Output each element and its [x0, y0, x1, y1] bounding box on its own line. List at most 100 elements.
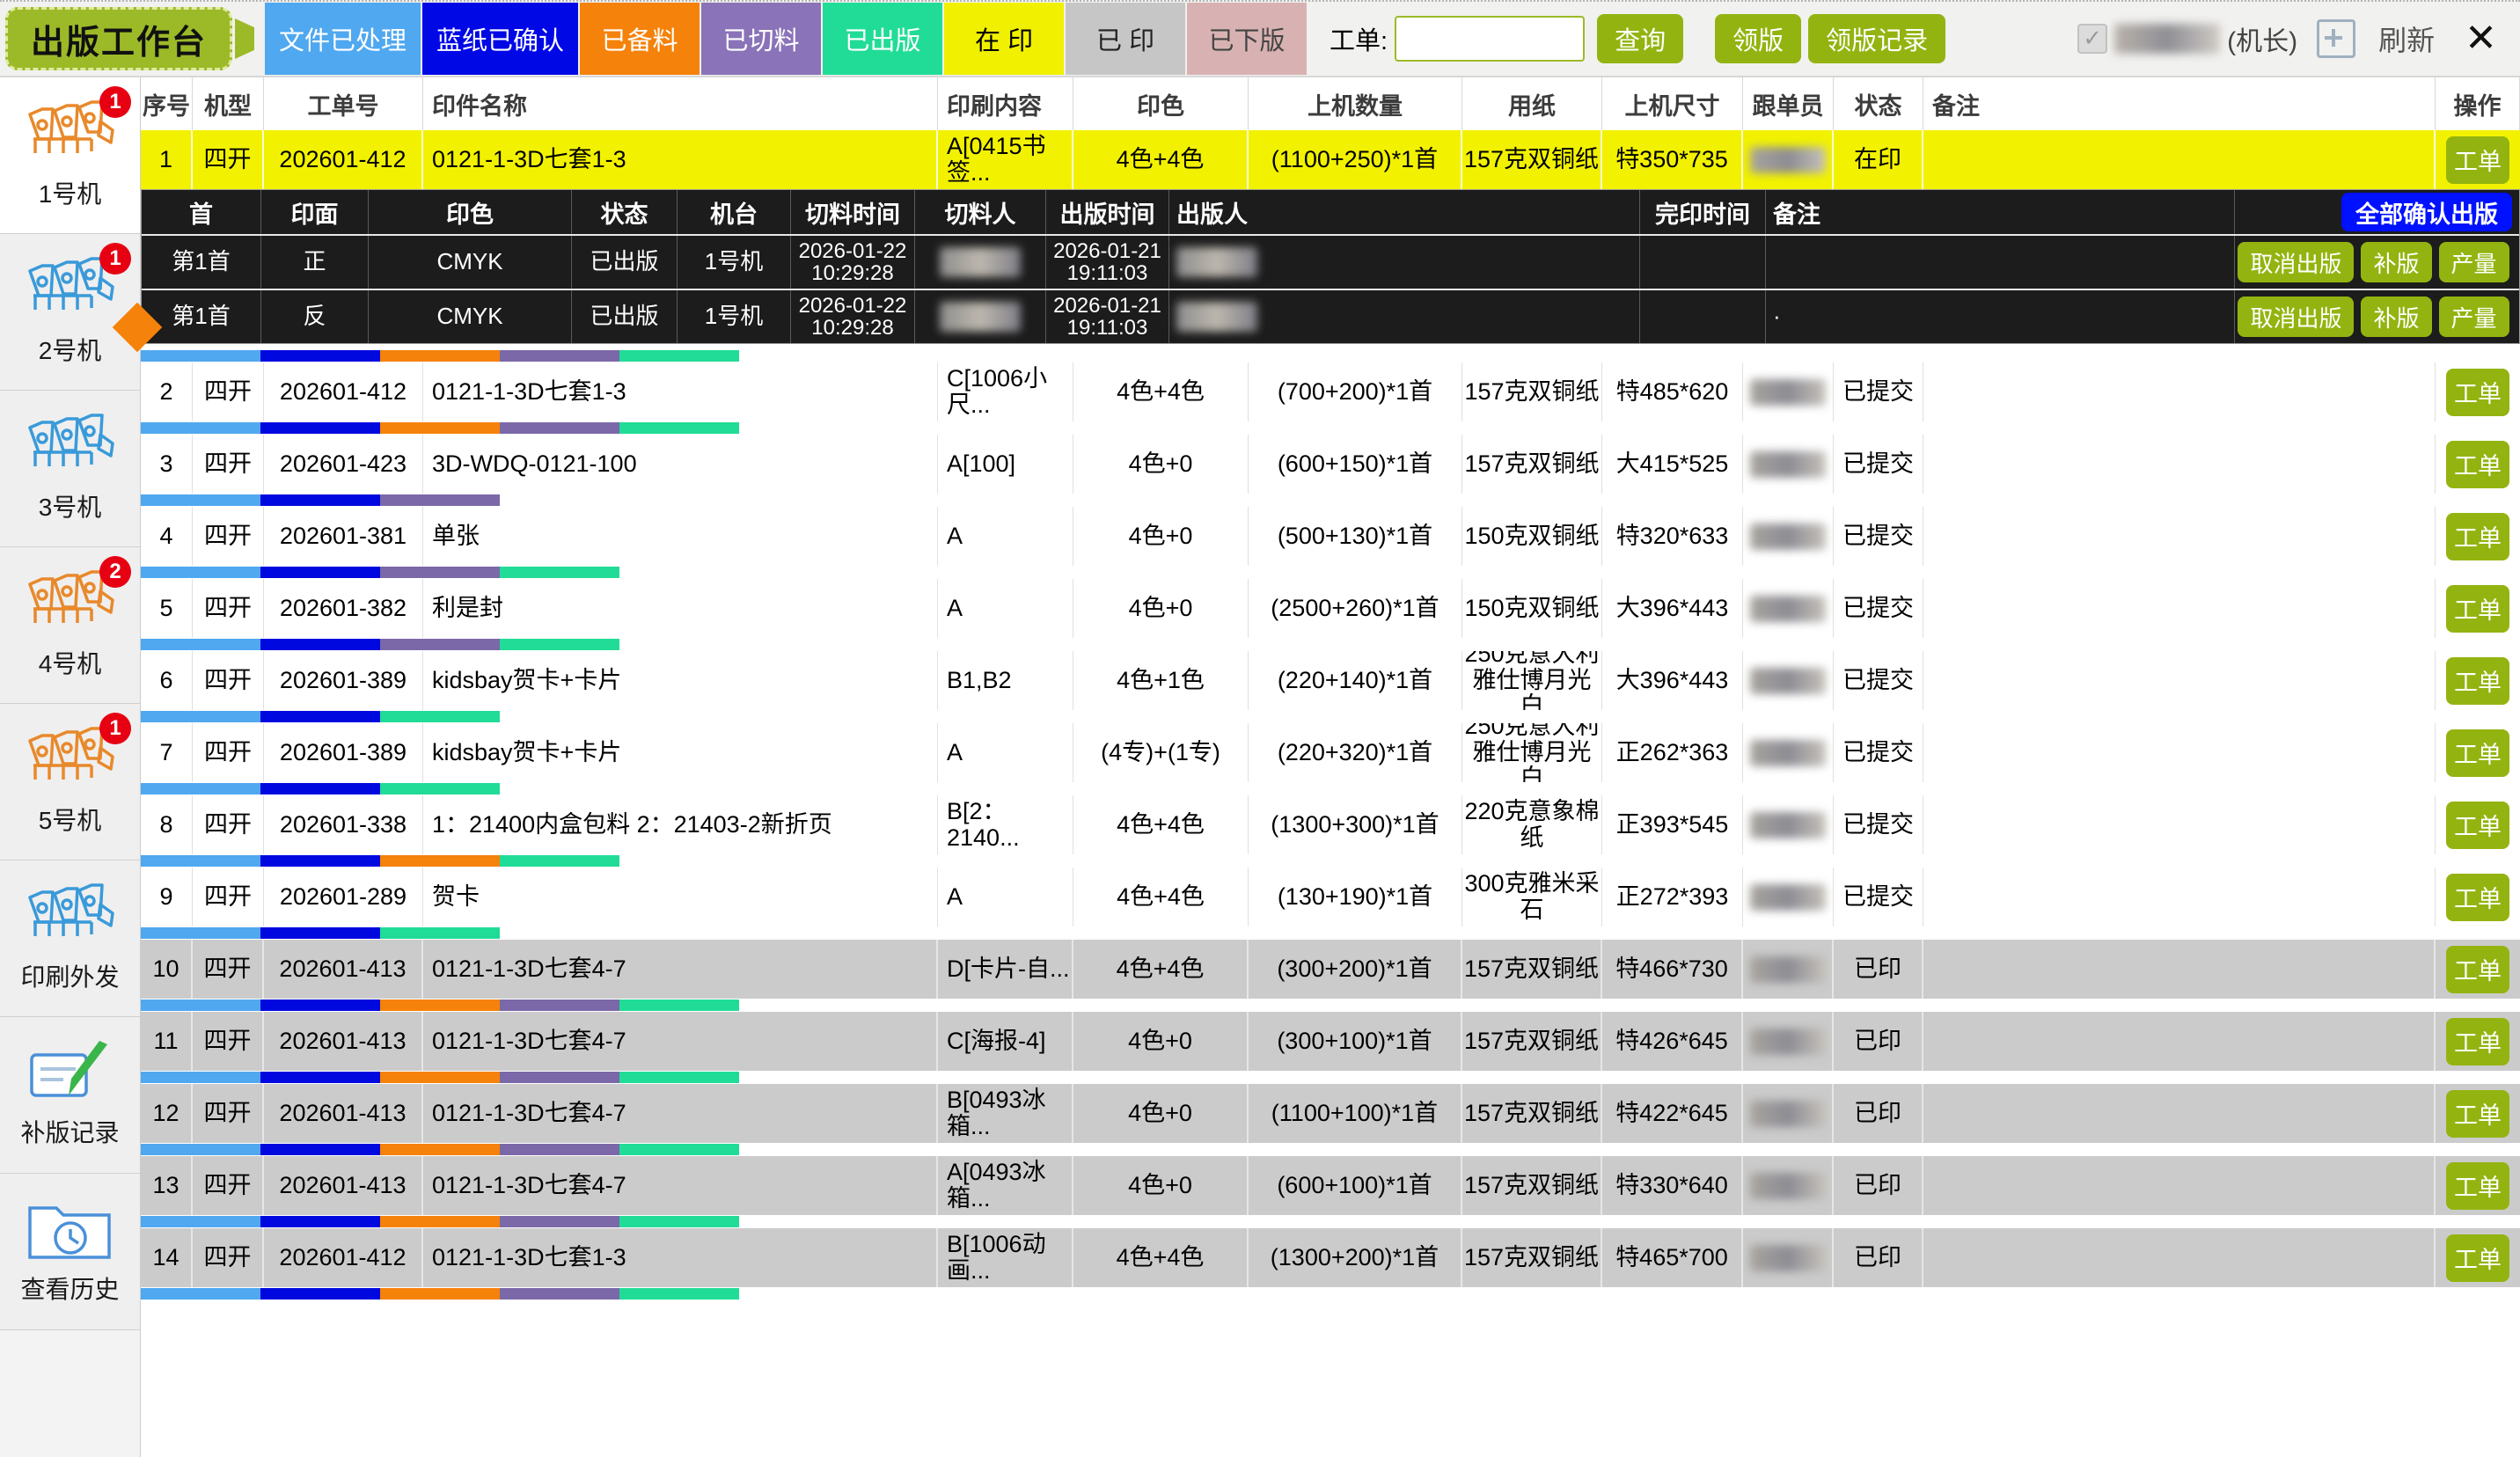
table-row-6[interactable]: 6四开202601-389kidsbay贺卡+卡片B1,B24色+1色(220+…: [141, 651, 2520, 710]
row-paper: 157克双铜纸: [1462, 435, 1602, 494]
row-print-content: B1,B2: [938, 651, 1073, 710]
table-row-5[interactable]: 5四开202601-382利是封A4色+0(2500+260)*1首150克双铜…: [141, 579, 2520, 638]
progress-segment-db: [260, 999, 380, 1011]
filter-button-5[interactable]: 在 印: [944, 3, 1064, 75]
table-row-11[interactable]: 11四开202601-4130121-1-3D七套4-7C[海报-4]4色+0(…: [141, 1012, 2520, 1071]
confirm-all-publish-button[interactable]: 全部确认出版: [2341, 193, 2512, 231]
close-icon[interactable]: ✕: [2465, 19, 2497, 58]
table-row-9[interactable]: 9四开202601-289贺卡A4色+4色(130+190)*1首300克雅米采…: [141, 868, 2520, 926]
refresh-button[interactable]: 刷新: [2378, 18, 2435, 59]
user-checkbox[interactable]: ✓: [2077, 24, 2107, 54]
expand-plus-icon[interactable]: [2317, 19, 2355, 58]
work-order-button[interactable]: 工单: [2446, 729, 2509, 777]
column-header-操作: 操作: [2436, 77, 2520, 130]
row-remark: [1923, 1084, 2436, 1143]
sidebar-item-补版记录[interactable]: 补版记录: [0, 1017, 140, 1174]
follower-name-redacted: [1750, 668, 1826, 694]
filter-button-1[interactable]: 蓝纸已确认: [422, 3, 578, 75]
work-order-button[interactable]: 工单: [2446, 136, 2509, 184]
progress-bar-row-9: [141, 926, 2520, 940]
sidebar-item-5号机[interactable]: 15号机: [0, 704, 140, 860]
filter-button-6[interactable]: 已 印: [1066, 3, 1185, 75]
row-print-content: B[1006动画...: [938, 1228, 1073, 1287]
filter-button-0[interactable]: 文件已处理: [265, 3, 421, 75]
sidebar-item-印刷外发[interactable]: 印刷外发: [0, 860, 140, 1017]
cancel-publish-button[interactable]: 取消出版: [2238, 297, 2354, 337]
work-order-button[interactable]: 工单: [2446, 513, 2509, 560]
filter-button-7[interactable]: 已下版: [1187, 3, 1307, 75]
column-header-工单号: 工单号: [264, 77, 423, 130]
plate-column-header-切料时间: 切料时间: [791, 190, 915, 234]
plate-column-header-状态: 状态: [572, 190, 678, 234]
sidebar-item-2号机[interactable]: 12号机: [0, 234, 140, 391]
table-row-4[interactable]: 4四开202601-381单张A4色+0(500+130)*1首150克双铜纸特…: [141, 507, 2520, 566]
sidebar-item-查看历史[interactable]: 查看历史: [0, 1174, 140, 1330]
progress-bar-row-12: [141, 1143, 2520, 1156]
work-order-button[interactable]: 工单: [2446, 946, 2509, 993]
progress-segment-db: [260, 1072, 380, 1083]
progress-bar-row-5: [141, 638, 2520, 651]
sidebar-item-1号机[interactable]: 11号机: [0, 77, 140, 234]
table-row-13[interactable]: 13四开202601-4130121-1-3D七套4-7A[0493冰箱...4…: [141, 1156, 2520, 1215]
work-order-button[interactable]: 工单: [2446, 1018, 2509, 1065]
output-button[interactable]: 产量: [2439, 297, 2509, 337]
table-row-2[interactable]: 2四开202601-4120121-1-3D七套1-3C[1006小尺...4色…: [141, 362, 2520, 421]
supplement-plate-button[interactable]: 补版: [2361, 297, 2431, 337]
row-seq: 1: [141, 130, 193, 189]
work-order-button[interactable]: 工单: [2446, 1162, 2509, 1210]
filter-button-3[interactable]: 已切料: [701, 3, 821, 75]
table-row-8[interactable]: 8四开202601-3381：21400内盒包料 2：21403-2新折页B[2…: [141, 795, 2520, 854]
progress-segment-db: [260, 783, 380, 794]
row-quantity: (600+150)*1首: [1249, 435, 1462, 494]
row-quantity: (500+130)*1首: [1249, 507, 1462, 566]
work-order-button[interactable]: 工单: [2446, 802, 2509, 849]
table-row-10[interactable]: 10四开202601-4130121-1-3D七套4-7D[卡片-自...4色+…: [141, 940, 2520, 999]
filter-button-4[interactable]: 已出版: [823, 3, 942, 75]
row-seq: 10: [141, 940, 193, 999]
row-order-number: 202601-412: [264, 130, 423, 189]
progress-segment-or: [380, 1144, 500, 1155]
claim-plate-button[interactable]: 领版: [1715, 14, 1801, 63]
progress-segment-gr: [619, 1072, 739, 1083]
sidebar-item-3号机[interactable]: 3号机: [0, 391, 140, 547]
row-size: 正393*545: [1602, 795, 1743, 854]
progress-segment-or: [380, 855, 500, 867]
row-ink-colors: 4色+4色: [1073, 130, 1249, 189]
finish-time: [1640, 236, 1766, 289]
history-icon: [26, 1197, 114, 1265]
work-order-button[interactable]: 工单: [2446, 369, 2509, 416]
output-button[interactable]: 产量: [2439, 242, 2509, 282]
row-remark: [1923, 651, 2436, 710]
work-order-button[interactable]: 工单: [2446, 1234, 2509, 1282]
sidebar-item-4号机[interactable]: 24号机: [0, 547, 140, 704]
user-role-suffix: (机长): [2227, 19, 2297, 58]
row-ink-colors: 4色+1色: [1073, 651, 1249, 710]
claim-plate-record-button[interactable]: 领版记录: [1808, 14, 1945, 63]
progress-bar-row-11: [141, 1071, 2520, 1084]
table-row-1[interactable]: 1四开202601-4120121-1-3D七套1-3A[0415书签...4色…: [141, 130, 2520, 189]
row-follower: [1743, 435, 1834, 494]
progress-segment-db: [260, 422, 380, 434]
work-order-button[interactable]: 工单: [2446, 441, 2509, 488]
table-row-12[interactable]: 12四开202601-4130121-1-3D七套4-7B[0493冰箱...4…: [141, 1084, 2520, 1143]
search-button[interactable]: 查询: [1597, 14, 1683, 63]
filter-button-2[interactable]: 已备料: [580, 3, 700, 75]
progress-segment-db: [260, 1144, 380, 1155]
cancel-publish-button[interactable]: 取消出版: [2238, 242, 2354, 282]
row-follower: [1743, 795, 1834, 854]
row-action: 工单: [2436, 868, 2520, 926]
table-row-14[interactable]: 14四开202601-4120121-1-3D七套1-3B[1006动画...4…: [141, 1228, 2520, 1287]
row-action: 工单: [2436, 362, 2520, 421]
work-order-button[interactable]: 工单: [2446, 1090, 2509, 1138]
row-paper: 250克意大利雅仕博月光白: [1462, 723, 1602, 782]
row-item-name: 0121-1-3D七套1-3: [423, 362, 938, 421]
table-row-7[interactable]: 7四开202601-389kidsbay贺卡+卡片A(4专)+(1专)(220+…: [141, 723, 2520, 782]
work-order-button[interactable]: 工单: [2446, 657, 2509, 705]
supplement-plate-button[interactable]: 补版: [2361, 242, 2431, 282]
order-number-input[interactable]: [1395, 16, 1585, 62]
table-row-3[interactable]: 3四开202601-4233D-WDQ-0121-100A[100]4色+0(6…: [141, 435, 2520, 494]
follower-name-redacted: [1750, 1173, 1826, 1199]
row-follower: [1743, 940, 1834, 999]
work-order-button[interactable]: 工单: [2446, 585, 2509, 633]
work-order-button[interactable]: 工单: [2446, 874, 2509, 921]
